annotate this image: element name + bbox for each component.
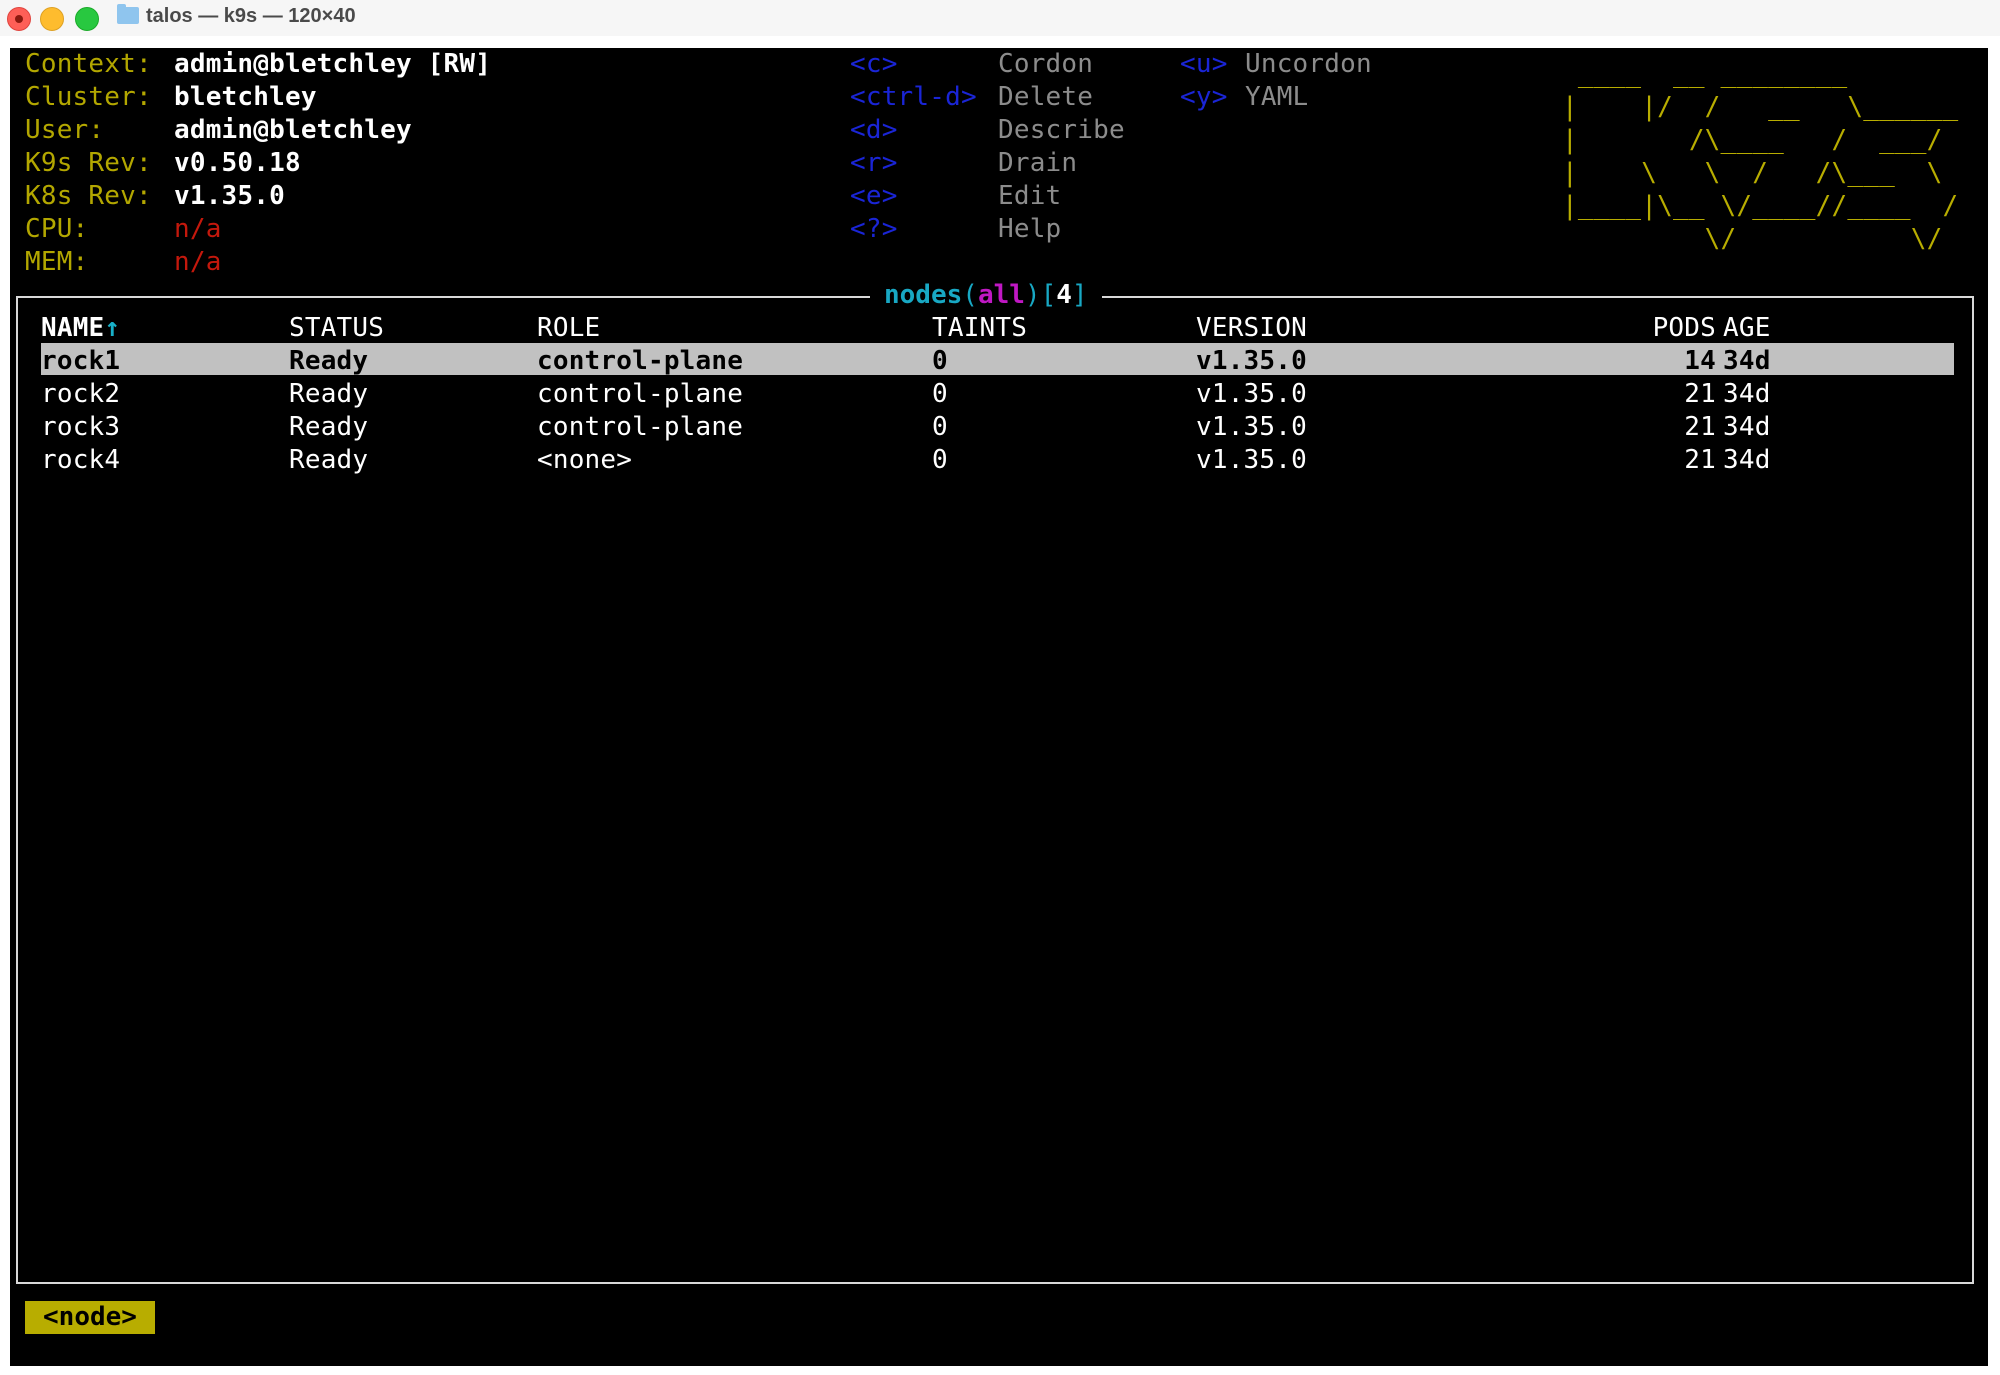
cluster-label: Cluster:: [25, 82, 152, 112]
node-version: v1.35.0: [1196, 346, 1307, 376]
describe-action[interactable]: Describe: [998, 114, 1125, 147]
node-name: rock3: [41, 412, 121, 442]
node-pods: 21: [1684, 445, 1716, 475]
column-header-status[interactable]: STATUS: [289, 312, 384, 345]
k9s-logo-line-1: ____ __ ________: [1562, 59, 1959, 89]
table-resource: nodes: [884, 280, 963, 310]
node-role: control-plane: [537, 412, 744, 442]
k9s-logo-line-6: \/ \/: [1562, 224, 1959, 254]
column-header-name[interactable]: NAME↑: [41, 312, 120, 345]
table-count-open: [: [1040, 280, 1057, 310]
node-role: control-plane: [537, 346, 744, 376]
cordon-key: <c>: [850, 49, 898, 79]
table-namespace: all: [977, 280, 1025, 310]
title-bar: talos — k9s — 120×40: [0, 0, 2000, 36]
table-ns-close: ): [1024, 280, 1041, 310]
context-value: admin@bletchley [RW]: [174, 49, 492, 79]
node-version: v1.35.0: [1196, 412, 1307, 442]
node-taints: 0: [932, 412, 948, 442]
user-value: admin@bletchley: [174, 115, 412, 145]
column-header-version[interactable]: VERSION: [1196, 312, 1307, 345]
delete-key: <ctrl-d>: [850, 82, 977, 112]
node-age: 34d: [1723, 379, 1771, 409]
column-header-pods[interactable]: PODS: [1640, 312, 1716, 345]
edit-action[interactable]: Edit: [998, 180, 1061, 213]
node-name: rock1: [41, 346, 121, 376]
k9s-rev-value: v0.50.18: [174, 148, 301, 178]
node-status: Ready: [289, 379, 369, 409]
uncordon-key: <u>: [1180, 49, 1228, 79]
breadcrumb-node[interactable]: <node>: [25, 1301, 155, 1334]
folder-icon: [117, 4, 139, 24]
k9s-logo-line-4: | \ \ / /\___ \: [1562, 158, 1943, 188]
drain-action[interactable]: Drain: [998, 147, 1077, 180]
k9s-rev-label: K9s Rev:: [25, 148, 152, 178]
yaml-key: <y>: [1180, 82, 1228, 112]
mem-label: MEM:: [25, 247, 89, 277]
user-label: User:: [25, 115, 105, 145]
context-label: Context:: [25, 49, 152, 79]
close-window-button[interactable]: [7, 7, 31, 31]
drain-key: <r>: [850, 148, 898, 178]
node-status: Ready: [289, 412, 369, 442]
minimize-window-button[interactable]: [40, 7, 64, 31]
node-status: Ready: [289, 445, 369, 475]
help-key: <?>: [850, 214, 898, 244]
delete-action[interactable]: Delete: [998, 81, 1093, 114]
table-ns-open: (: [962, 280, 978, 310]
node-pods: 14: [1684, 346, 1716, 376]
cpu-label: CPU:: [25, 214, 89, 244]
column-header-name-label: NAME: [41, 313, 105, 343]
node-age: 34d: [1723, 346, 1771, 376]
cpu-value: n/a: [174, 214, 222, 244]
node-status: Ready: [289, 346, 369, 376]
window-title: talos — k9s — 120×40: [146, 5, 356, 27]
uncordon-action[interactable]: Uncordon: [1245, 48, 1372, 81]
node-age: 34d: [1723, 445, 1771, 475]
node-pods: 21: [1684, 379, 1716, 409]
node-pods: 21: [1684, 412, 1716, 442]
column-header-role[interactable]: ROLE: [537, 312, 600, 345]
k8s-rev-label: K8s Rev:: [25, 181, 152, 211]
node-taints: 0: [932, 346, 948, 376]
table-count-close: ]: [1071, 280, 1088, 310]
describe-key: <d>: [850, 115, 898, 145]
help-action[interactable]: Help: [998, 213, 1061, 246]
node-taints: 0: [932, 445, 948, 475]
node-name: rock4: [41, 445, 121, 475]
k9s-logo-line-3: | /\____ / ___/: [1562, 125, 1943, 155]
node-age: 34d: [1723, 412, 1771, 442]
table-count: 4: [1056, 280, 1072, 310]
node-name: rock2: [41, 379, 121, 409]
node-role: control-plane: [537, 379, 744, 409]
mem-value: n/a: [174, 247, 222, 277]
cordon-action[interactable]: Cordon: [998, 48, 1093, 81]
yaml-action[interactable]: YAML: [1245, 81, 1308, 114]
table-title: nodes(all)[4]: [870, 279, 1102, 312]
column-header-taints[interactable]: TAINTS: [932, 312, 1027, 345]
node-version: v1.35.0: [1196, 445, 1307, 475]
sort-ascending-icon: ↑: [104, 313, 121, 343]
edit-key: <e>: [850, 181, 898, 211]
k8s-rev-value: v1.35.0: [174, 181, 285, 211]
k9s-logo-line-2: | |/ / __ \______: [1562, 92, 1959, 122]
node-taints: 0: [932, 379, 948, 409]
zoom-window-button[interactable]: [75, 7, 99, 31]
terminal-area[interactable]: Context: Cluster: User: K9s Rev: K8s Rev…: [10, 48, 1988, 1366]
column-header-age[interactable]: AGE: [1723, 312, 1771, 345]
node-version: v1.35.0: [1196, 379, 1307, 409]
k9s-logo-line-5: |____|\__ \/____//____ /: [1562, 191, 1959, 221]
cluster-value: bletchley: [174, 82, 317, 112]
node-role: <none>: [537, 445, 633, 475]
